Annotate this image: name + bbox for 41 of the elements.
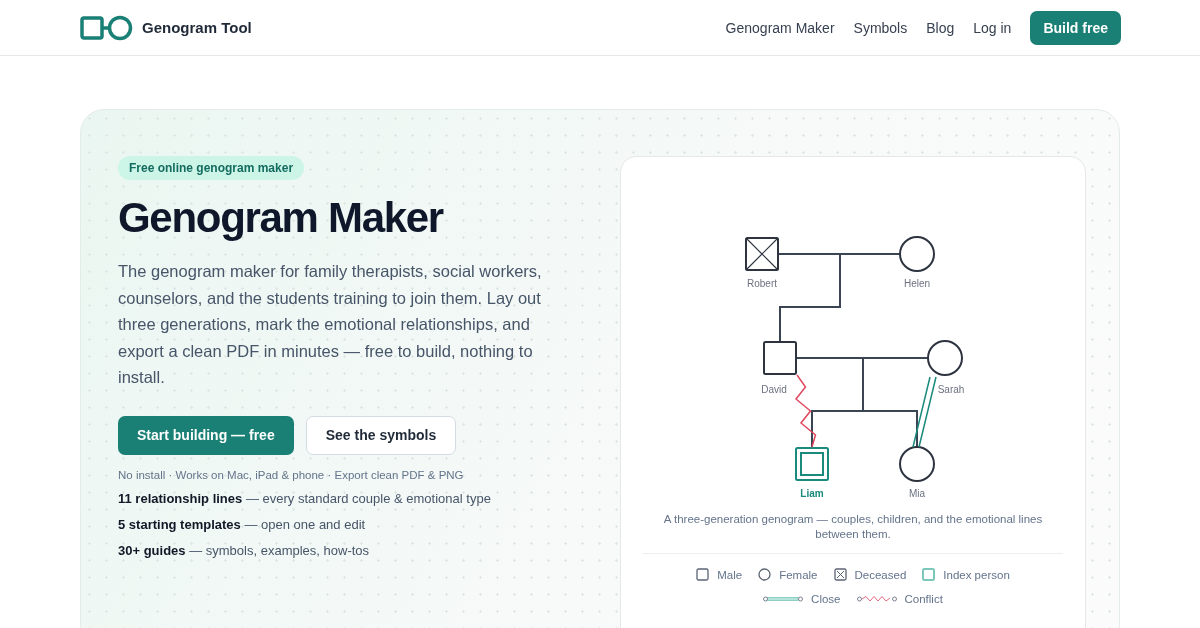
nav-link[interactable]: Blog [926,19,955,36]
circle-icon [758,568,772,581]
zigzag-line-icon [856,595,897,603]
badge: Free online genogram maker [118,156,305,180]
square-icon [922,568,936,581]
see-symbols-button[interactable]: See the symbols [305,415,457,455]
male-symbol[interactable] [745,237,779,271]
legend-label: Conflict [904,593,943,605]
legend-label: Male [717,568,743,581]
fact-line: 5 starting templates — open one and edit [118,516,366,533]
female-symbol[interactable] [899,446,935,482]
person-name: Robert [747,278,777,289]
brand-name[interactable]: Genogram Tool [142,19,252,36]
square-icon [696,568,710,581]
legend-label: Close [811,593,841,605]
double-line-icon [763,595,804,603]
legend-label: Female [779,568,818,581]
person-name: Liam [800,488,824,499]
person-name: David [761,384,787,395]
male-symbol[interactable] [763,341,797,375]
person-name: Mia [908,488,926,499]
person-name: Helen [903,278,931,289]
nav-link[interactable]: Symbols [853,19,908,36]
nav-link[interactable]: Genogram Maker [725,19,835,36]
logo-icon [80,14,134,41]
nav-link[interactable]: Log in [973,19,1012,36]
build-free-button[interactable]: Build free [1030,10,1121,45]
crossed-square-icon [833,568,847,581]
fact-line: 30+ guides — symbols, examples, how-tos [118,542,370,559]
legend-label: Deceased [854,568,907,581]
diagram-caption: A three-generation genogram — couples, children, and the emotional lines between them. [662,512,1044,542]
legend-label: Index person [943,568,1010,581]
start-building-button[interactable]: Start building — free [118,415,294,455]
hero-lead: The genogram maker for family therapists, social workers, counselors, and the students training to join them. Lay out three generations, mark the emotional relationships, and export a clean PDF in minutes — free to build, nothing to install. [118,261,543,388]
hero-title: Genogram Maker [118,194,443,242]
features-note: No install · Works on Mac, iPad & phone · Export clean PDF & PNG [118,468,464,481]
female-symbol[interactable] [927,340,963,376]
female-symbol[interactable] [899,236,935,272]
close-line [912,376,937,448]
fact-line: 11 relationship lines — every standard couple & emotional type [118,490,491,507]
person-name: Sarah [937,384,965,395]
